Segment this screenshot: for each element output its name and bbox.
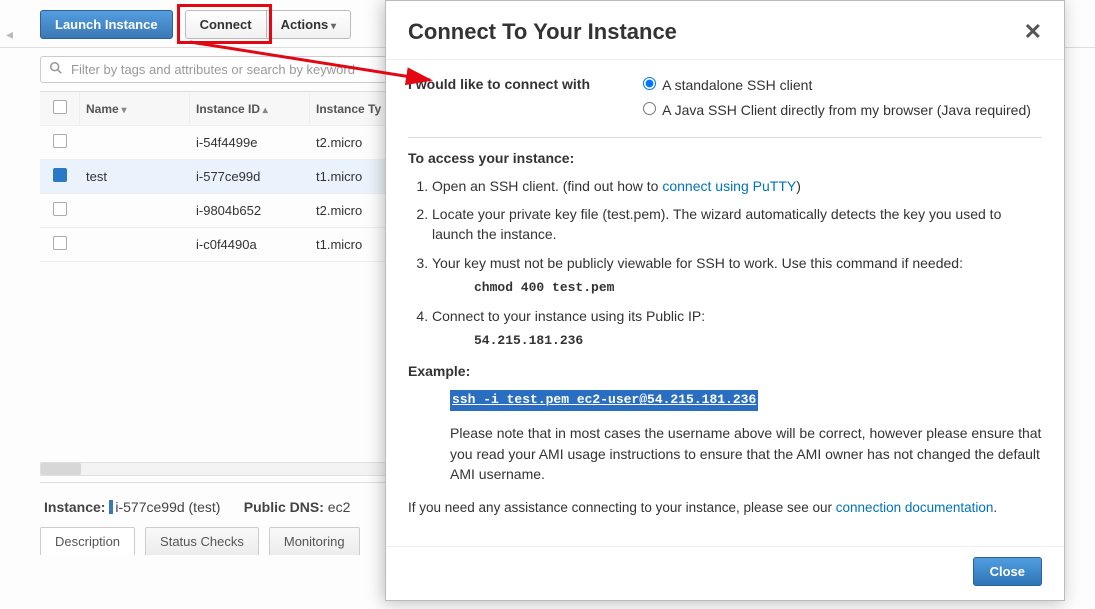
tab-monitoring[interactable]: Monitoring — [269, 527, 360, 555]
dialog-footer: Close — [386, 547, 1064, 600]
access-heading: To access your instance: — [408, 148, 1042, 168]
collapse-icon[interactable]: ◂ — [6, 26, 13, 43]
col-instance-id[interactable]: Instance ID — [190, 94, 310, 124]
putty-link[interactable]: connect using PuTTY — [662, 178, 796, 194]
close-icon[interactable]: ✕ — [1024, 19, 1042, 45]
chmod-command: chmod 400 test.pem — [474, 279, 1042, 298]
option-standalone-ssh[interactable]: A standalone SSH client — [638, 74, 1042, 95]
cell-name — [80, 237, 190, 253]
steps-list: Open an SSH client. (find out how to con… — [432, 176, 1042, 351]
radio-standalone[interactable] — [643, 77, 656, 90]
scroll-thumb[interactable] — [41, 463, 81, 475]
col-name[interactable]: Name — [80, 94, 190, 124]
option-java-ssh[interactable]: A Java SSH Client directly from my brows… — [638, 99, 1042, 120]
public-ip: 54.215.181.236 — [474, 332, 1042, 351]
connect-dialog: Connect To Your Instance ✕ I would like … — [385, 0, 1065, 601]
radio-java[interactable] — [643, 102, 656, 115]
cell-name — [80, 135, 190, 151]
cell-name — [80, 203, 190, 219]
cell-id: i-54f4499e — [190, 127, 310, 158]
cell-id: i-c0f4490a — [190, 229, 310, 260]
assistance-text: If you need any assistance connecting to… — [408, 498, 1042, 518]
row-checkbox[interactable] — [53, 168, 67, 182]
dialog-title: Connect To Your Instance — [408, 19, 677, 45]
divider — [408, 137, 1042, 138]
dialog-body: I would like to connect with A standalon… — [386, 59, 1064, 547]
search-icon — [49, 61, 63, 78]
status-bar-icon — [109, 500, 113, 514]
example-heading: Example: — [408, 361, 1042, 381]
close-button[interactable]: Close — [973, 557, 1042, 586]
select-all-checkbox[interactable] — [53, 100, 67, 114]
example-command[interactable]: ssh -i test.pem ec2-user@54.215.181.236 — [450, 390, 758, 411]
row-checkbox[interactable] — [53, 236, 67, 250]
row-checkbox[interactable] — [53, 134, 67, 148]
tab-status-checks[interactable]: Status Checks — [145, 527, 259, 555]
cell-id: i-577ce99d — [190, 161, 310, 192]
cell-id: i-9804b652 — [190, 195, 310, 226]
tab-description[interactable]: Description — [40, 527, 135, 555]
cell-name: test — [80, 161, 190, 192]
connect-button[interactable]: Connect — [185, 10, 267, 39]
actions-button[interactable]: Actions — [267, 10, 351, 39]
username-note: Please note that in most cases the usern… — [450, 423, 1042, 484]
step-4: Connect to your instance using its Publi… — [432, 306, 1042, 351]
connect-with-label: I would like to connect with — [408, 74, 638, 125]
dialog-header: Connect To Your Instance ✕ — [386, 1, 1064, 59]
connection-docs-link[interactable]: connection documentation — [836, 500, 994, 515]
step-1: Open an SSH client. (find out how to con… — [432, 176, 1042, 196]
step-3: Your key must not be publicly viewable f… — [432, 253, 1042, 298]
row-checkbox[interactable] — [53, 202, 67, 216]
step-2: Locate your private key file (test.pem).… — [432, 204, 1042, 245]
launch-instance-button[interactable]: Launch Instance — [40, 10, 173, 39]
